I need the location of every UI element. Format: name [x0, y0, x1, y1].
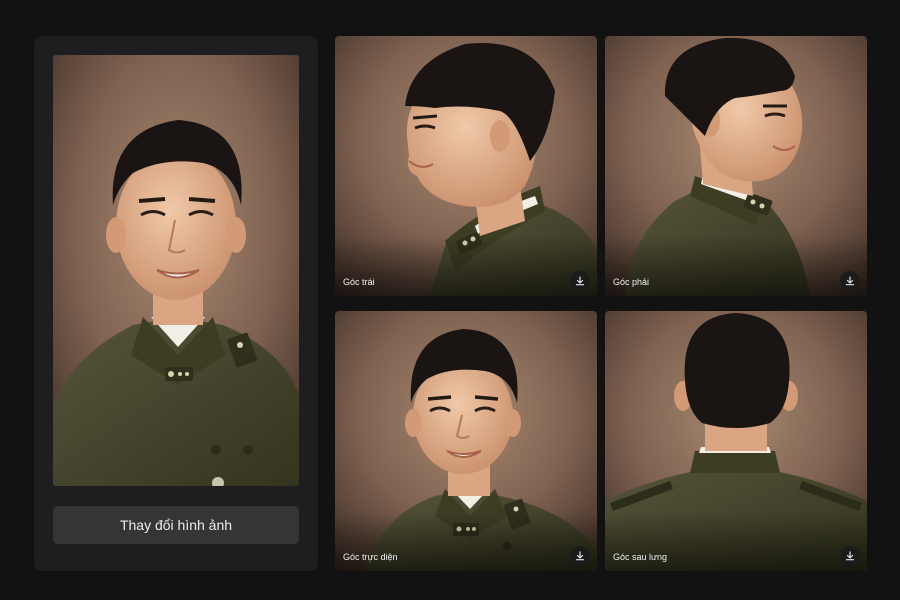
original-portrait-image	[53, 55, 299, 486]
caption-shade	[605, 236, 867, 296]
download-button[interactable]	[570, 271, 590, 291]
download-button[interactable]	[840, 271, 860, 291]
portrait-illustration	[53, 55, 299, 486]
original-photo-panel: Thay đổi hình ảnh	[34, 36, 318, 571]
download-icon	[845, 276, 855, 286]
caption-shade	[605, 511, 867, 571]
angle-tile-front[interactable]: Góc trực diện	[335, 311, 597, 571]
angle-tile-back[interactable]: Góc sau lưng	[605, 311, 867, 571]
caption-shade	[335, 236, 597, 296]
download-icon	[575, 551, 585, 561]
tile-caption: Góc trực diện	[343, 552, 398, 562]
tile-caption: Góc trái	[343, 277, 375, 287]
angle-tile-left[interactable]: Góc trái	[335, 36, 597, 296]
download-button[interactable]	[840, 546, 860, 566]
caption-shade	[335, 511, 597, 571]
download-icon	[845, 551, 855, 561]
angle-tile-right[interactable]: Góc phải	[605, 36, 867, 296]
download-button[interactable]	[570, 546, 590, 566]
download-icon	[575, 276, 585, 286]
tile-caption: Góc sau lưng	[613, 552, 668, 562]
change-image-button[interactable]: Thay đổi hình ảnh	[53, 506, 299, 544]
tile-caption: Góc phải	[613, 277, 650, 287]
